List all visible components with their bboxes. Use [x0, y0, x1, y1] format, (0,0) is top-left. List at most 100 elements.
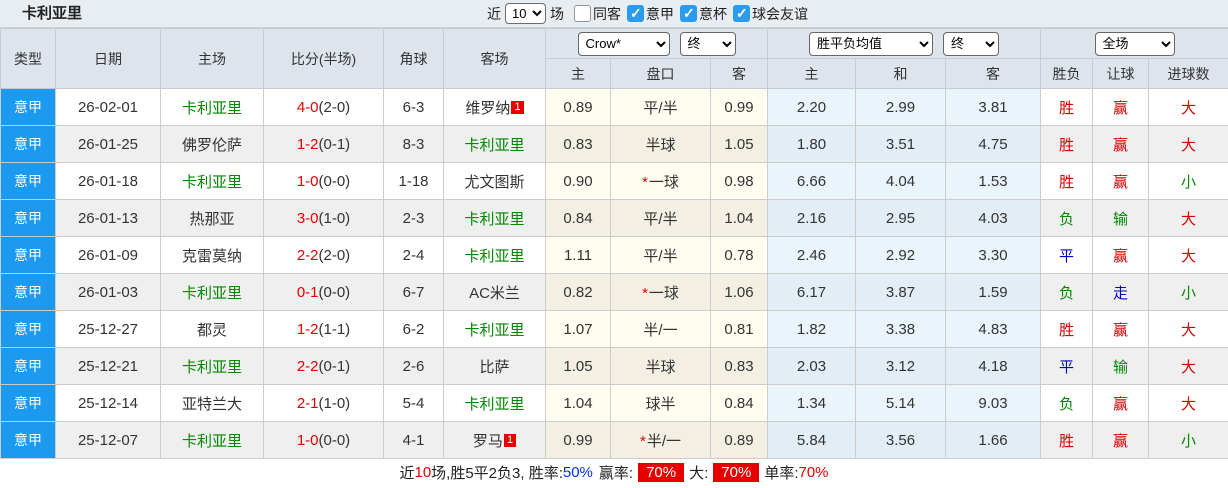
avg-draw-odds: 3.56: [855, 421, 946, 459]
corners-cell: 6-2: [383, 310, 444, 348]
summary-single-rate: 70%: [798, 463, 829, 481]
score-cell: 2-1(1-0): [263, 384, 384, 422]
table-row: 意甲 26-01-18 卡利亚里 1-0(0-0) 1-18 尤文图斯 0.90…: [0, 162, 1228, 200]
league-cell: 意甲: [0, 162, 56, 200]
avg-time-select[interactable]: 终: [943, 31, 1000, 56]
match-table-body: 意甲 26-02-01 卡利亚里 4-0(2-0) 6-3 维罗纳 1 0.89 …: [0, 88, 1228, 459]
corners-cell: 6-3: [383, 88, 444, 126]
away-team-cell: 比萨: [443, 347, 546, 385]
avg-away-odds: 1.59: [944, 273, 1042, 311]
handicap-home-odds: 0.82: [545, 273, 611, 311]
table-row: 意甲 25-12-27 都灵 1-2(1-1) 6-2 卡利亚里 1.07 半/…: [0, 310, 1228, 348]
odds-time-select[interactable]: 终: [679, 31, 736, 56]
handicap-away-odds: 0.98: [710, 162, 768, 200]
topbar: 卡利亚里 近 10 场 同客 意甲 意杯 球会友谊: [0, 0, 1228, 28]
table-row: 意甲 26-02-01 卡利亚里 4-0(2-0) 6-3 维罗纳 1 0.89 …: [0, 88, 1228, 126]
handicap-away-odds: 0.83: [710, 347, 768, 385]
date-cell: 26-01-18: [55, 162, 161, 200]
result-goals-cell: 小: [1148, 421, 1228, 459]
avg-home-odds: 6.66: [767, 162, 856, 200]
avg-home-odds: 2.46: [767, 236, 856, 274]
fulltime-score: 2-1: [296, 394, 319, 412]
filter-checkbox[interactable]: [627, 5, 644, 22]
table-row: 意甲 25-12-14 亚特兰大 2-1(1-0) 5-4 卡利亚里 1.04 …: [0, 384, 1228, 422]
league-cell: 意甲: [0, 273, 56, 311]
matches-label: 场: [550, 5, 564, 22]
filter-checkbox[interactable]: [680, 5, 697, 22]
handicap-star: *: [639, 432, 646, 450]
result-handicap-cell: 赢: [1092, 310, 1150, 348]
away-team-cell: 卡利亚里: [443, 310, 546, 348]
handicap-line-cell: 半球: [610, 347, 711, 385]
handicap-home-odds: 0.89: [545, 88, 611, 126]
avg-draw-odds: 3.51: [855, 125, 946, 163]
home-team-cell: 卡利亚里: [160, 421, 264, 459]
fulltime-score: 3-0: [296, 209, 319, 227]
summary-asian-rate: 70%: [638, 462, 685, 482]
handicap-line-cell: 半球: [610, 125, 711, 163]
handicap-line-cell: 球半: [610, 384, 711, 422]
result-goals-cell: 大: [1148, 125, 1228, 163]
fulltime-score: 1-0: [296, 431, 319, 449]
handicap-star: *: [642, 284, 648, 302]
avg-draw-odds: 3.87: [855, 273, 946, 311]
avg-draw-odds: 2.95: [855, 199, 946, 237]
handicap-line-cell: *半/一: [610, 421, 711, 459]
handicap-away-odds: 1.05: [710, 125, 768, 163]
handicap-away-odds: 0.78: [710, 236, 768, 274]
red-card-badge: 1: [503, 433, 517, 447]
avg-home-odds: 1.80: [767, 125, 856, 163]
away-team-cell: 卡利亚里: [443, 199, 546, 237]
handicap-home-odds: 0.83: [545, 125, 611, 163]
home-team-cell: 热那亚: [160, 199, 264, 237]
score-cell: 1-2(1-1): [263, 310, 384, 348]
handicap-line-cell: 平/半: [610, 88, 711, 126]
handicap-line-cell: *一球: [610, 162, 711, 200]
summary-record: 场,胜5平2负3, 胜率:: [431, 464, 563, 482]
avg-away-odds: 1.53: [944, 162, 1042, 200]
filter-item: 意杯: [680, 4, 727, 24]
header-avg-draw: 和: [855, 58, 946, 89]
recent-count-select[interactable]: 10: [505, 3, 546, 24]
away-team-cell: 尤文图斯: [443, 162, 546, 200]
corners-cell: 5-4: [383, 384, 444, 422]
result-wdl-cell: 平: [1040, 347, 1094, 385]
handicap-away-odds: 0.99: [710, 88, 768, 126]
handicap-line-cell: 平/半: [610, 236, 711, 274]
match-scope-select[interactable]: 全场: [1094, 31, 1175, 56]
result-handicap-cell: 赢: [1092, 88, 1150, 126]
filter-checkbox[interactable]: [733, 5, 750, 22]
header-result-wdl: 胜负: [1040, 58, 1094, 89]
handicap-home-odds: 1.11: [545, 236, 611, 274]
result-goals-cell: 大: [1148, 88, 1228, 126]
league-cell: 意甲: [0, 88, 56, 126]
avg-draw-odds: 5.14: [855, 384, 946, 422]
odds-company-select[interactable]: Crow*: [577, 31, 670, 56]
fulltime-score: 1-2: [296, 320, 319, 338]
away-team-cell: 维罗纳 1: [443, 88, 546, 126]
league-cell: 意甲: [0, 421, 56, 459]
scope-header-controls: 全场: [1040, 28, 1228, 59]
result-goals-cell: 小: [1148, 162, 1228, 200]
home-team-cell: 都灵: [160, 310, 264, 348]
league-cell: 意甲: [0, 236, 56, 274]
handicap-home-odds: 0.99: [545, 421, 611, 459]
date-cell: 26-01-25: [55, 125, 161, 163]
halftime-score: (0-0): [318, 172, 351, 190]
score-cell: 4-0(2-0): [263, 88, 384, 126]
avg-home-odds: 2.03: [767, 347, 856, 385]
avg-home-odds: 1.34: [767, 384, 856, 422]
handicap-line-cell: 半/一: [610, 310, 711, 348]
summary-bar: 近 10 场,胜5平2负3, 胜率: 50% 赢率: 70% 大: 70% 单率: 70%: [0, 460, 1228, 484]
filter-checkbox[interactable]: [574, 5, 591, 22]
league-cell: 意甲: [0, 310, 56, 348]
header-handicap-line: 盘口: [610, 58, 711, 89]
header-avg-home: 主: [767, 58, 856, 89]
corners-cell: 8-3: [383, 125, 444, 163]
avg-odds-select[interactable]: 胜平负均值: [809, 31, 934, 56]
table-row: 意甲 26-01-25 佛罗伦萨 1-2(0-1) 8-3 卡利亚里 0.83 …: [0, 125, 1228, 163]
corners-cell: 2-4: [383, 236, 444, 274]
date-cell: 25-12-07: [55, 421, 161, 459]
result-goals-cell: 大: [1148, 310, 1228, 348]
away-team-cell: 罗马 1: [443, 421, 546, 459]
